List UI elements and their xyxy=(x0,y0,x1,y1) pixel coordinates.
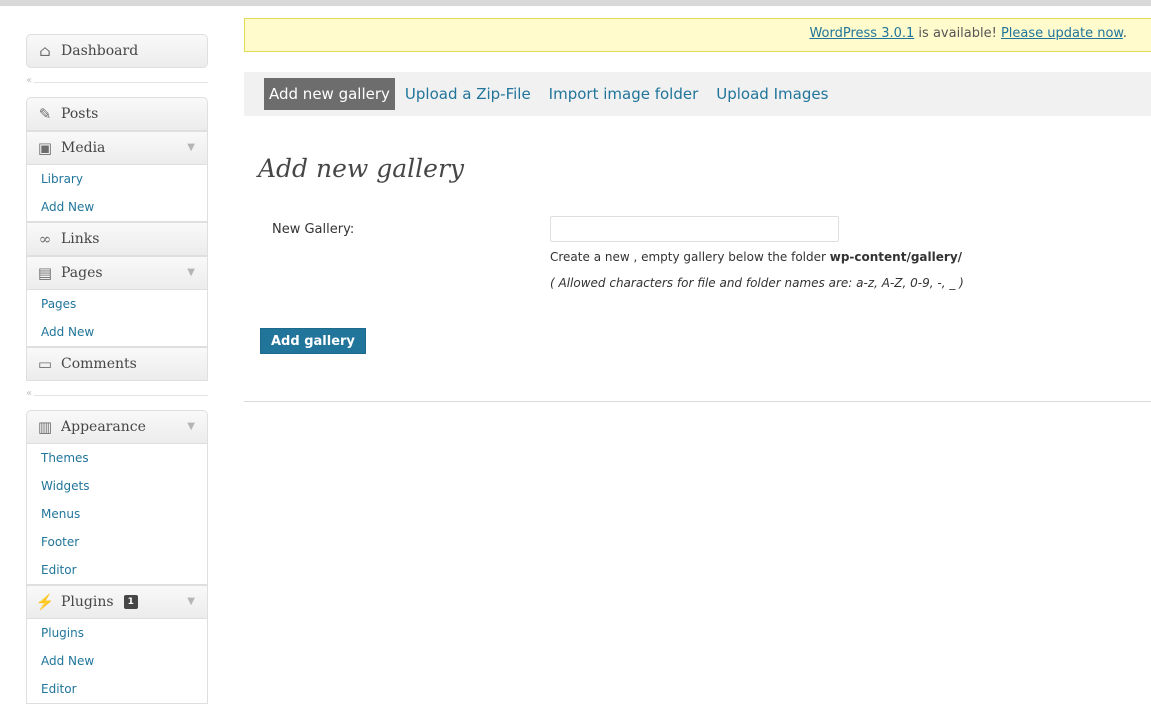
menu-plugins-label: Plugins xyxy=(61,594,114,610)
submenu-widgets[interactable]: Widgets xyxy=(27,472,207,500)
allowed-characters-note: ( Allowed characters for file and folder… xyxy=(550,276,964,290)
submenu-themes[interactable]: Themes xyxy=(27,444,207,472)
appearance-icon: ▥ xyxy=(37,418,53,436)
submenu-library[interactable]: Library xyxy=(27,165,207,193)
tab-upload-zip[interactable]: Upload a Zip-File xyxy=(395,78,539,110)
camera-icon: ▣ xyxy=(37,139,53,157)
add-gallery-button[interactable]: Add gallery xyxy=(260,328,366,354)
folder-help-text: Create a new , empty gallery below the f… xyxy=(550,250,962,264)
menu-media-label: Media xyxy=(61,140,106,156)
admin-sidebar: ⌂ Dashboard « ✎ Posts ▣ Media ▼ Library … xyxy=(26,34,208,704)
menu-media[interactable]: ▣ Media ▼ xyxy=(26,131,208,165)
menu-separator: « xyxy=(26,68,208,97)
media-submenu: Library Add New xyxy=(26,165,208,222)
gallery-tabs: Add new gallery Upload a Zip-File Import… xyxy=(244,72,1151,116)
gallery-panel: Add new gallery Upload a Zip-File Import… xyxy=(244,72,1151,402)
menu-posts-label: Posts xyxy=(61,106,99,122)
update-nag: WordPress 3.0.1 is available! Please upd… xyxy=(244,18,1151,52)
chevron-down-icon[interactable]: ▼ xyxy=(187,421,195,432)
menu-dashboard-label: Dashboard xyxy=(61,43,139,59)
plugins-submenu: Plugins Add New Editor xyxy=(26,619,208,704)
top-bar xyxy=(0,0,1151,6)
menu-pages[interactable]: ▤ Pages ▼ xyxy=(26,256,208,290)
menu-separator: « xyxy=(26,381,208,410)
plug-icon: ⚡ xyxy=(35,593,55,611)
new-gallery-label: New Gallery: xyxy=(272,222,355,237)
submenu-pages[interactable]: Pages xyxy=(27,290,207,318)
submenu-footer[interactable]: Footer xyxy=(27,528,207,556)
submenu-plugins[interactable]: Plugins xyxy=(27,619,207,647)
menu-posts[interactable]: ✎ Posts xyxy=(26,97,208,131)
chevron-down-icon[interactable]: ▼ xyxy=(187,267,195,278)
menu-appearance[interactable]: ▥ Appearance ▼ xyxy=(26,410,208,444)
menu-plugins[interactable]: ⚡ Plugins 1 ▼ xyxy=(26,585,208,619)
version-link[interactable]: WordPress 3.0.1 xyxy=(809,26,914,41)
chain-link-icon: ∞ xyxy=(38,230,52,248)
submenu-media-add-new[interactable]: Add New xyxy=(27,193,207,221)
submenu-plugins-add-new[interactable]: Add New xyxy=(27,647,207,675)
tab-upload-images[interactable]: Upload Images xyxy=(706,78,836,110)
menu-pages-label: Pages xyxy=(61,265,103,281)
submenu-plugins-editor[interactable]: Editor xyxy=(27,675,207,703)
submenu-menus[interactable]: Menus xyxy=(27,500,207,528)
nag-period: . xyxy=(1122,26,1127,41)
collapse-arrows-icon[interactable]: « xyxy=(26,75,35,86)
update-now-link[interactable]: Please update now xyxy=(1001,26,1123,41)
menu-links[interactable]: ∞ Links xyxy=(26,222,208,256)
menu-comments-label: Comments xyxy=(61,356,137,372)
pages-submenu: Pages Add New xyxy=(26,290,208,347)
submenu-editor[interactable]: Editor xyxy=(27,556,207,584)
appearance-submenu: Themes Widgets Menus Footer Editor xyxy=(26,444,208,585)
menu-appearance-label: Appearance xyxy=(61,419,146,435)
pushpin-icon: ✎ xyxy=(38,105,52,123)
tab-add-new-gallery[interactable]: Add new gallery xyxy=(264,78,395,110)
menu-links-label: Links xyxy=(61,231,100,247)
update-count-badge: 1 xyxy=(123,595,138,609)
submenu-pages-add-new[interactable]: Add New xyxy=(27,318,207,346)
speech-bubble-icon: ▭ xyxy=(37,355,53,373)
pages-icon: ▤ xyxy=(37,264,53,282)
folder-help-prefix: Create a new , empty gallery below the f… xyxy=(550,250,830,264)
house-icon: ⌂ xyxy=(39,42,51,60)
gallery-name-input[interactable] xyxy=(550,216,839,242)
menu-comments[interactable]: ▭ Comments xyxy=(26,347,208,381)
nag-text: is available! xyxy=(914,26,1001,41)
collapse-arrows-icon[interactable]: « xyxy=(26,388,35,399)
page-title: Add new gallery xyxy=(258,154,465,183)
chevron-down-icon[interactable]: ▼ xyxy=(187,596,195,607)
chevron-down-icon[interactable]: ▼ xyxy=(187,142,195,153)
tab-import-folder[interactable]: Import image folder xyxy=(539,78,707,110)
menu-dashboard[interactable]: ⌂ Dashboard xyxy=(26,34,208,68)
folder-path: wp-content/gallery/ xyxy=(829,250,963,264)
